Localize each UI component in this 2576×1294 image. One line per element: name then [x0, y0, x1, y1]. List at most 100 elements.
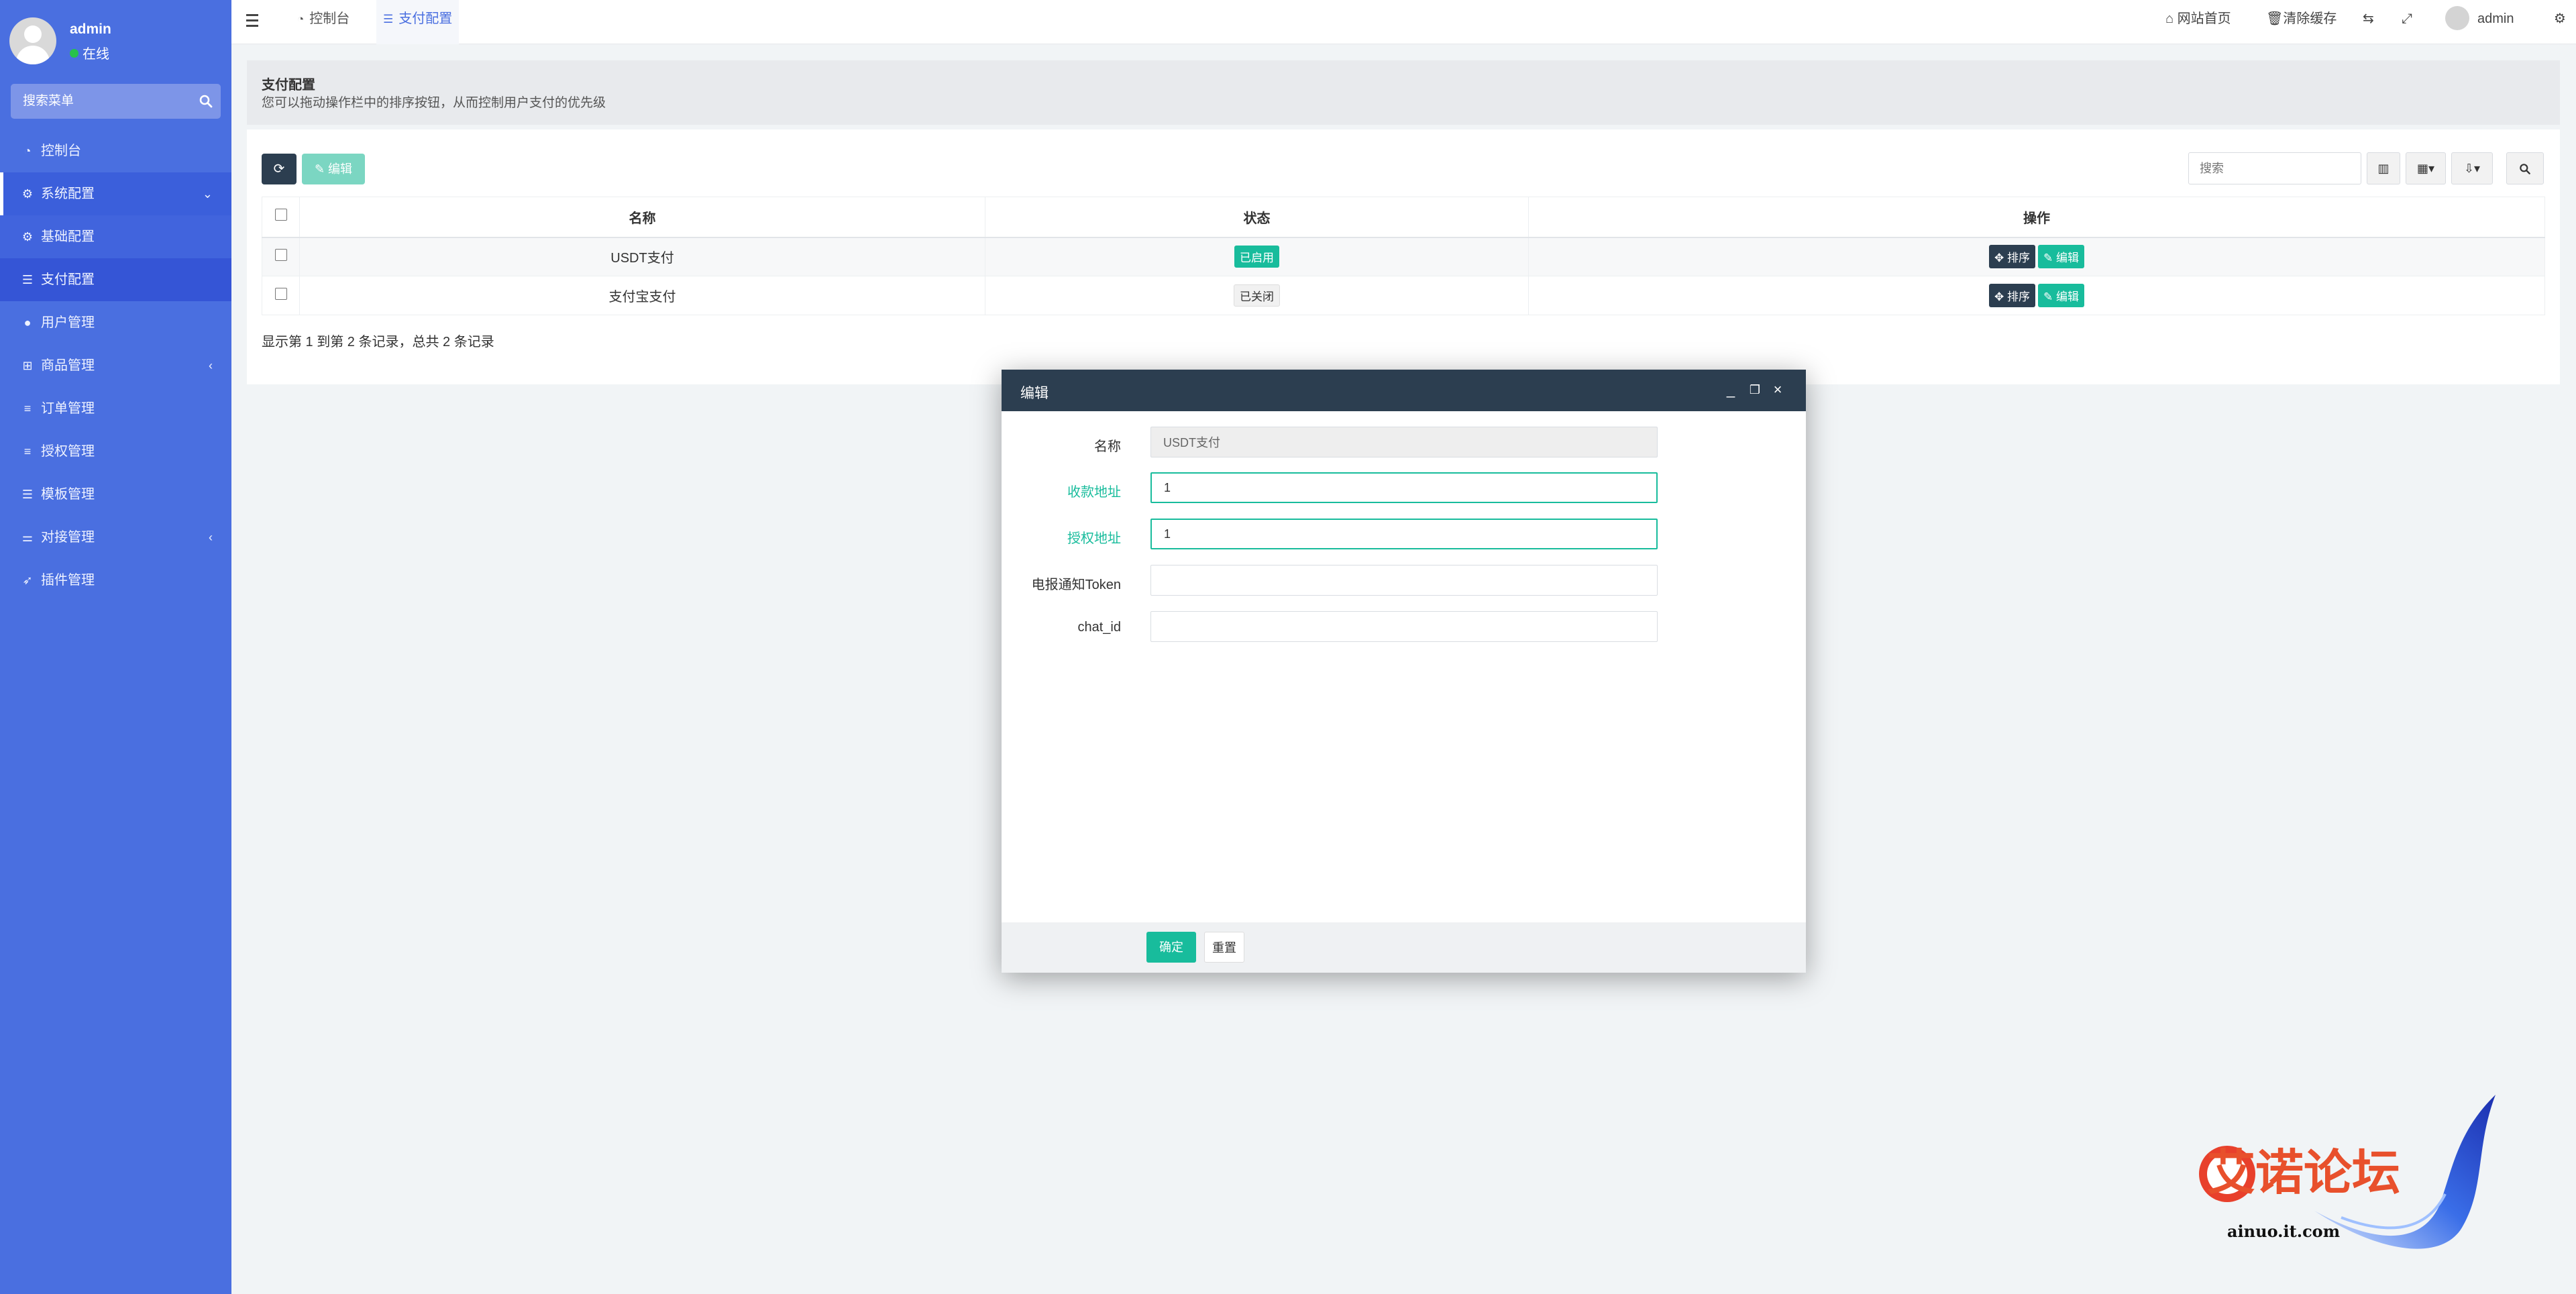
sidebar-item-label: 对接管理: [41, 530, 95, 545]
export-dropdown[interactable]: ⇩▾: [2451, 152, 2493, 184]
column-header[interactable]: 名称: [299, 197, 985, 238]
maximize-icon[interactable]: ❐: [1746, 380, 1764, 399]
sidebar-item-payment-config[interactable]: ☰ 支付配置: [0, 258, 231, 301]
sidebar-item-products[interactable]: ⊞ 商品管理 ‹: [0, 344, 231, 387]
fullscreen-icon[interactable]: ⤢: [2402, 0, 2412, 38]
rocket-icon: ➶: [22, 574, 33, 587]
avatar: [9, 17, 56, 64]
content-header: 支付配置 您可以拖动操作栏中的排序按钮，从而控制用户支付的优先级: [247, 60, 2560, 125]
field-label: 收款地址: [1067, 485, 1121, 500]
gear-icon: ⚙: [21, 230, 34, 244]
column-header: 操作: [1528, 197, 2545, 238]
table-search-input[interactable]: [2188, 152, 2361, 184]
sidebar-item-system-config[interactable]: ⚙ 系统配置 ⌄: [0, 172, 231, 215]
site-home-link[interactable]: ⌂ 网站首页: [2165, 0, 2231, 38]
sort-label: 排序: [2007, 290, 2030, 303]
cart-icon: ⊞: [22, 359, 33, 372]
status-cell: 已启用: [985, 237, 1529, 276]
edit-button-label: 编辑: [328, 162, 353, 176]
user-menu[interactable]: admin: [2445, 0, 2514, 38]
field-label: 名称: [1094, 439, 1121, 454]
clear-cache-button[interactable]: 🗑清除缓存: [2266, 0, 2337, 38]
refresh-button[interactable]: ⟳: [262, 154, 297, 184]
sort-button[interactable]: ✥ 排序: [1989, 284, 2035, 307]
row-checkbox[interactable]: [274, 287, 287, 300]
status-badge[interactable]: 已关闭: [1234, 284, 1280, 307]
sidebar-item-dashboard[interactable]: ◔ 控制台: [0, 129, 231, 172]
close-icon[interactable]: ×: [1769, 380, 1786, 399]
sidebar-item-integrations[interactable]: ⚌ 对接管理 ‹: [0, 516, 231, 559]
tab-payment-config[interactable]: ☰ 支付配置: [376, 0, 460, 44]
sidebar-item-label: 基础配置: [41, 229, 95, 244]
menu-toggle-icon[interactable]: [246, 11, 261, 31]
sidebar-item-users[interactable]: ● 用户管理: [0, 301, 231, 344]
sidebar-item-label: 模板管理: [41, 487, 95, 502]
sidebar-menu: ◔ 控制台 ⚙ 系统配置 ⌄ ⚙ 基础配置 ☰ 支付配置 ● 用户管理 ⊞ 商品管理 ‹ ≡…: [0, 129, 231, 602]
logo-graphic: 艾诺论坛 ainuo.it.com: [2199, 1095, 2496, 1249]
user-name: admin: [70, 21, 111, 37]
dashboard-icon: ◔: [297, 13, 305, 25]
columns-icon: ▥: [2377, 162, 2390, 175]
form-row-name: 名称: [1002, 427, 1806, 460]
sort-label: 排序: [2007, 252, 2030, 265]
list-icon: ≡: [23, 402, 32, 415]
language-icon[interactable]: ⇆: [2363, 0, 2374, 38]
trash-icon: 🗑: [2266, 11, 2284, 26]
site-home-label: 网站首页: [2177, 11, 2231, 26]
confirm-button[interactable]: 确定: [1146, 932, 1196, 963]
sidebar-item-label: 系统配置: [41, 186, 95, 201]
row-checkbox[interactable]: [274, 248, 287, 261]
tab-dashboard[interactable]: ◔ 控制台: [290, 0, 356, 44]
user-menu-label: admin: [2477, 11, 2514, 26]
table-panel: ⟳ ✎ 编辑 ▥ ▦▾ ⇩▾ 名称 状态 操作 USDT支付 已启用: [247, 129, 2560, 384]
column-header[interactable]: 状态: [985, 197, 1529, 238]
columns-dropdown[interactable]: ▦▾: [2406, 152, 2446, 184]
form-row-receive-address: 收款地址: [1002, 472, 1806, 506]
telegram-token-field[interactable]: [1150, 565, 1658, 596]
row-edit-button[interactable]: ✎ 编辑: [2038, 284, 2084, 307]
sidebar-item-orders[interactable]: ≡ 订单管理: [0, 387, 231, 430]
watermark-logo: 艾诺论坛 ainuo.it.com: [2180, 1093, 2509, 1268]
chevron-left-icon: ‹: [209, 531, 213, 544]
sidebar-search: [11, 84, 221, 119]
dialog-titlebar[interactable]: 编辑 _ ❐ ×: [1002, 370, 1806, 411]
table-icon: ☰: [21, 273, 34, 286]
sort-button[interactable]: ✥ 排序: [1989, 245, 2035, 269]
chevron-left-icon: ‹: [209, 359, 213, 372]
sidebar-item-licenses[interactable]: ≡ 授权管理: [0, 430, 231, 473]
table-header-row: 名称 状态 操作: [262, 197, 2545, 238]
pencil-icon: ✎: [314, 162, 325, 176]
search-icon[interactable]: [198, 93, 214, 109]
advanced-search-button[interactable]: [2506, 152, 2544, 184]
select-all-checkbox[interactable]: [274, 209, 287, 221]
status-cell: 已关闭: [985, 276, 1529, 315]
sidebar-item-plugins[interactable]: ➶ 插件管理: [0, 559, 231, 602]
settings-icon[interactable]: ⚙: [2554, 0, 2566, 38]
name-field[interactable]: [1150, 427, 1658, 457]
edit-dialog: 编辑 _ ❐ × 名称 收款地址 授权地址 电报通知Token chat_id …: [1002, 370, 1806, 973]
toggle-view-button[interactable]: ▥: [2367, 152, 2400, 184]
sidebar-item-basic-config[interactable]: ⚙ 基础配置: [0, 215, 231, 258]
edit-button[interactable]: ✎ 编辑: [302, 154, 365, 184]
receive-address-field[interactable]: [1150, 472, 1658, 503]
row-select-cell: [262, 276, 300, 315]
row-edit-button[interactable]: ✎ 编辑: [2038, 245, 2084, 269]
grid-icon: ▦▾: [2416, 162, 2435, 175]
dashboard-icon: ◔: [23, 144, 32, 158]
dialog-title: 编辑: [1020, 386, 1049, 401]
sidebar-item-templates[interactable]: ☰ 模板管理: [0, 473, 231, 516]
reset-button[interactable]: 重置: [1204, 932, 1244, 963]
tab-label: 支付配置: [398, 11, 453, 26]
page-title: 支付配置: [262, 78, 315, 93]
status-badge[interactable]: 已启用: [1234, 246, 1279, 268]
row-edit-label: 编辑: [2055, 290, 2079, 303]
sidebar-search-input[interactable]: [23, 84, 184, 119]
pagination-info: 显示第 1 到第 2 条记录，总共 2 条记录: [262, 335, 494, 349]
clear-cache-label: 清除缓存: [2283, 11, 2337, 26]
chat-id-field[interactable]: [1150, 611, 1658, 642]
gear-icon: ⚙: [21, 187, 34, 201]
auth-address-field[interactable]: [1150, 519, 1658, 549]
minimize-icon[interactable]: _: [1722, 380, 1739, 399]
payment-table: 名称 状态 操作 USDT支付 已启用 ✥ 排序 ✎ 编辑 支付宝支付 已关闭 ✥…: [262, 197, 2545, 315]
form-row-auth-address: 授权地址: [1002, 519, 1806, 552]
